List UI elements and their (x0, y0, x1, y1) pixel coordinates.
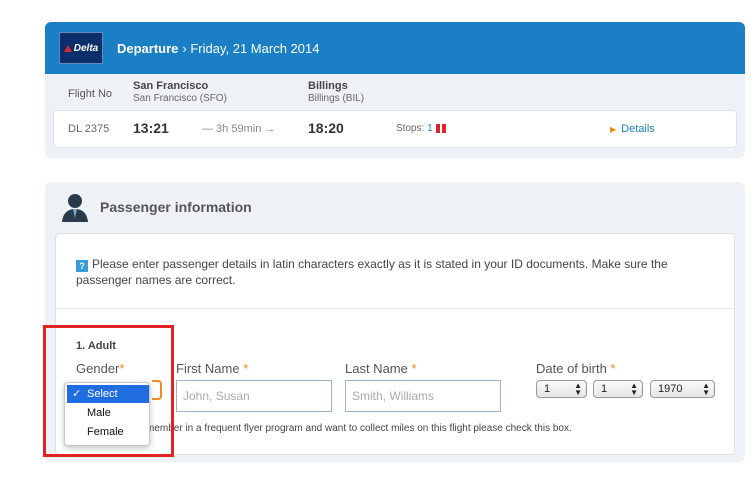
gender-dropdown: ✓ Select Male Female (64, 382, 150, 446)
flight-number: DL 2375 (68, 123, 110, 135)
dob-year-select[interactable]: 1970 ▲ ▼ (650, 380, 715, 398)
gender-label: Gender* (76, 361, 125, 376)
divider (56, 308, 734, 309)
updown-arrow-icon: ▲ ▼ (702, 381, 710, 397)
check-icon: ✓ (72, 388, 82, 400)
gender-select[interactable] (152, 380, 162, 400)
updown-arrow-icon: ▲ ▼ (574, 381, 582, 397)
gender-option-female[interactable]: Female (67, 423, 149, 441)
dob-month-select[interactable]: 1 ▲ ▼ (593, 380, 643, 398)
updown-arrow-icon: ▲ ▼ (630, 381, 638, 397)
origin-city: San Francisco (133, 80, 209, 92)
destination-city: Billings (308, 80, 348, 92)
departure-date: › Friday, 21 March 2014 (182, 40, 320, 56)
stops: Stops: 1 (396, 123, 446, 134)
flight-no-label: Flight No (68, 88, 113, 100)
arrive-time: 18:20 (308, 120, 344, 136)
flight-header: Delta Departure › Friday, 21 March 2014 (45, 22, 745, 74)
arrow-right-icon: ▶ (610, 125, 617, 134)
last-name-input[interactable] (345, 380, 501, 412)
info-icon: ? (76, 260, 88, 272)
delta-logo: Delta (59, 32, 103, 64)
passenger-card: Passenger information ? Please enter pass… (45, 182, 745, 462)
passenger-title: Passenger information (100, 199, 252, 215)
dob-label: Date of birth * (536, 361, 616, 376)
info-text: ? Please enter passenger details in latin… (76, 257, 668, 287)
depart-time: 13:21 (133, 120, 169, 136)
details-link[interactable]: ▶ Details (610, 123, 655, 135)
destination-code: Billings (BIL) (308, 93, 365, 104)
stops-count[interactable]: 1 (427, 123, 433, 134)
last-name-label: Last Name * (345, 361, 417, 376)
gift-icon (435, 123, 446, 133)
flight-duration: — 3h 59min → (202, 123, 276, 135)
frequent-flyer-text: member in a frequent flyer program and w… (146, 423, 572, 434)
first-name-label: First Name * (176, 361, 249, 376)
departure-label: Departure (117, 40, 179, 56)
gender-option-select[interactable]: ✓ Select (67, 385, 149, 403)
dob-day-select[interactable]: 1 ▲ ▼ (536, 380, 587, 398)
passenger-form: ? Please enter passenger details in latin… (55, 233, 735, 455)
flight-card: Delta Departure › Friday, 21 March 2014 … (45, 22, 745, 158)
gender-option-male[interactable]: Male (67, 404, 149, 422)
flight-row: DL 2375 13:21 — 3h 59min → 18:20 Stops: … (53, 110, 737, 148)
adult-label: 1. Adult (76, 340, 116, 352)
origin-code: San Francisco (SFO) (133, 93, 227, 104)
passenger-icon (62, 194, 88, 222)
first-name-input[interactable] (176, 380, 332, 412)
